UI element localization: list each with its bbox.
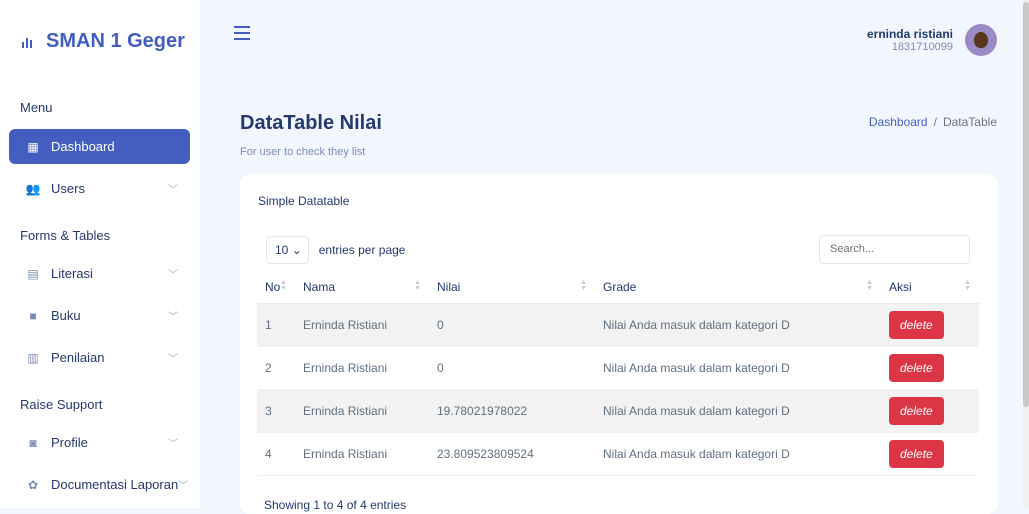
grid-icon: ▦: [27, 139, 39, 154]
chart-logo-icon: [22, 36, 34, 48]
sort-icon: ▲ ▼: [866, 279, 873, 292]
chevron-down-icon: ﹀: [178, 481, 188, 492]
sidebar-item-label: Dashboard: [51, 139, 115, 154]
card-header: Simple Datatable: [258, 194, 350, 208]
column-header-nilai[interactable]: Nilai ▲ ▼: [429, 271, 595, 304]
gear-icon: ✿: [27, 477, 39, 492]
delete-button[interactable]: delete: [889, 397, 944, 425]
table-row: 4 Erninda Ristiani 23.809523809524 Nilai…: [257, 432, 979, 476]
delete-button[interactable]: delete: [889, 440, 944, 468]
table-row: 1 Erninda Ristiani 0 Nilai Anda masuk da…: [257, 303, 979, 347]
delete-button[interactable]: delete: [889, 354, 944, 382]
chevron-down-icon: ﹀: [168, 354, 178, 365]
chevron-down-icon: ﹀: [168, 270, 178, 281]
topbar: erninda ristiani 1831710099: [200, 0, 1029, 85]
page-subtitle: For user to check they list: [240, 146, 366, 158]
column-header-nama[interactable]: Nama ▲ ▼: [295, 271, 429, 304]
file-icon: ▥: [27, 350, 39, 365]
brand-title: SMAN 1 Geger: [46, 30, 185, 52]
chevron-down-icon: ﹀: [168, 312, 178, 323]
avatar[interactable]: [965, 24, 997, 56]
user-id: 1831710099: [891, 41, 953, 53]
sidebar-item-label: Documentasi Laporan: [51, 477, 179, 492]
chevron-down-icon: ﹀: [168, 185, 178, 196]
table-row: 2 Erninda Ristiani 0 Nilai Anda masuk da…: [257, 346, 979, 390]
sort-icon: ▲ ▼: [280, 279, 287, 292]
table-info: Showing 1 to 4 of 4 entries: [264, 498, 407, 512]
breadcrumb-home-link[interactable]: Dashboard: [869, 115, 928, 129]
sidebar: SMAN 1 Geger Menu ▦ Dashboard 👥 Users ﹀ …: [0, 0, 200, 508]
user-name: erninda ristiani: [866, 27, 953, 41]
users-icon: 👥: [25, 181, 41, 196]
brand[interactable]: SMAN 1 Geger: [22, 30, 185, 53]
sidebar-item-buku[interactable]: ■ Buku ﹀: [9, 298, 190, 333]
column-header-aksi[interactable]: Aksi ▲ ▼: [881, 271, 979, 304]
sidebar-item-label: Literasi: [51, 266, 93, 281]
table-row: 3 Erninda Ristiani 19.78021978022 Nilai …: [257, 389, 979, 433]
chevron-down-icon: ﹀: [168, 439, 178, 450]
per-page-label: entries per page: [318, 243, 406, 257]
forms-section-title: Forms & Tables: [20, 228, 111, 243]
user-menu[interactable]: erninda ristiani 1831710099: [867, 24, 997, 56]
sidebar-item-label: Profile: [51, 435, 88, 450]
book-open-icon: ▤: [27, 266, 39, 281]
sidebar-item-literasi[interactable]: ▤ Literasi ﹀: [9, 256, 190, 291]
sidebar-item-profile[interactable]: ◙ Profile ﹀: [9, 425, 190, 460]
column-header-grade[interactable]: Grade ▲ ▼: [595, 271, 881, 304]
breadcrumb-separator: /: [933, 115, 937, 129]
sidebar-item-documentasi-laporan[interactable]: ✿ Documentasi Laporan ﹀: [9, 467, 190, 502]
sidebar-item-label: Penilaian: [51, 350, 105, 365]
book-icon: ■: [29, 308, 37, 323]
sort-icon: ▲ ▼: [414, 279, 421, 292]
breadcrumb-current: DataTable: [942, 115, 997, 129]
data-table: No ▲ ▼ Nama ▲ ▼ Nilai ▲ ▼ Grade ▲ ▼ Aksi ▲ ▼ 1 Ern…: [257, 271, 979, 476]
datatable-card: Simple Datatable 10 ⌄ entries per page S…: [240, 174, 998, 514]
sidebar-item-penilaian[interactable]: ▥ Penilaian ﹀: [9, 340, 190, 375]
page-scrollbar[interactable]: [1023, 0, 1029, 508]
column-header-no[interactable]: No ▲ ▼: [257, 271, 295, 304]
support-section-title: Raise Support: [20, 397, 103, 412]
menu-section-title: Menu: [20, 100, 53, 115]
sort-icon: ▲ ▼: [580, 279, 587, 292]
delete-button[interactable]: delete: [889, 311, 944, 339]
sidebar-item-dashboard[interactable]: ▦ Dashboard: [9, 129, 190, 164]
sidebar-item-label: Users: [51, 181, 85, 196]
sidebar-item-users[interactable]: 👥 Users ﹀: [9, 171, 190, 206]
sort-icon: ▲ ▼: [964, 279, 971, 292]
search-input[interactable]: Search...: [819, 235, 970, 264]
breadcrumb: Dashboard / DataTable: [869, 115, 997, 129]
per-page-select[interactable]: 10 ⌄: [266, 236, 309, 264]
page-title: DataTable Nilai: [240, 112, 382, 134]
menu-toggle-icon[interactable]: [234, 26, 250, 44]
profile-icon: ◙: [29, 435, 37, 450]
entries-per-page: 10 ⌄ entries per page: [266, 236, 405, 264]
sidebar-item-label: Buku: [51, 308, 81, 323]
